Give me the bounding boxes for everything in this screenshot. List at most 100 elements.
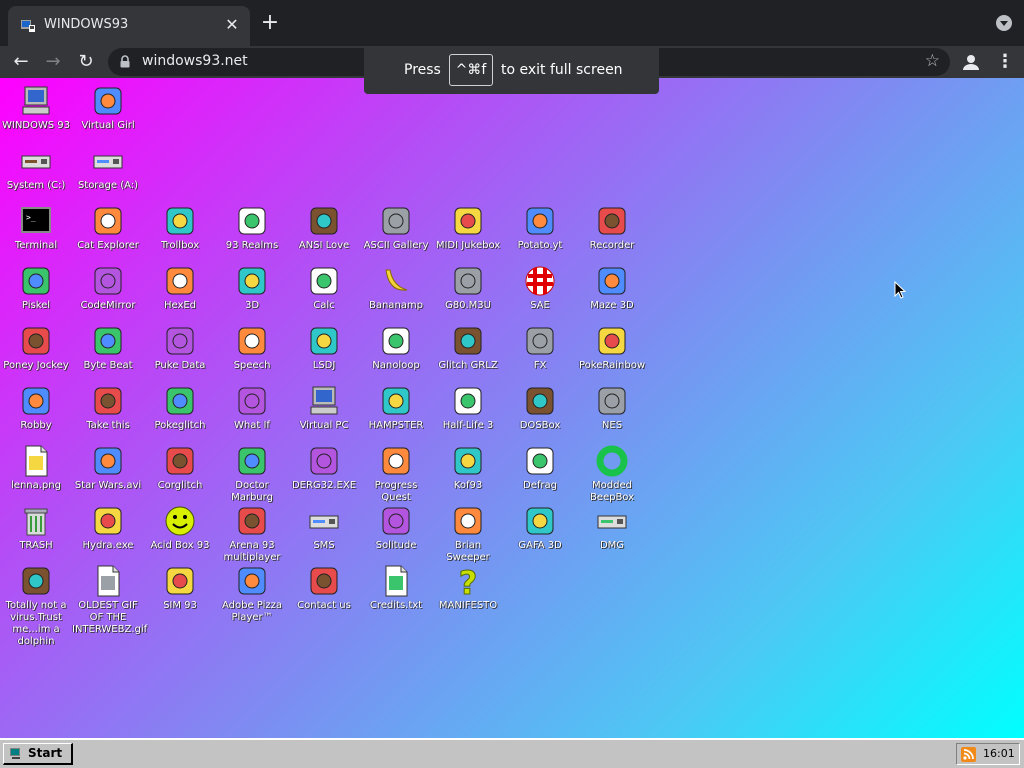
desktop-icon[interactable]: DOSBox <box>504 384 576 432</box>
desktop-icon[interactable]: Speech <box>216 324 288 372</box>
trash-icon <box>24 508 48 536</box>
bookmark-star-icon[interactable]: ☆ <box>925 51 940 71</box>
desktop-icon[interactable]: Bananamp <box>360 264 432 312</box>
desktop-icon[interactable]: ASCII Gallery <box>360 204 432 252</box>
desktop-icon[interactable]: Virtual PC <box>288 384 360 432</box>
desktop-icon[interactable]: Poney Jockey <box>0 324 72 372</box>
characters-icon <box>598 327 626 355</box>
desktop-icon[interactable]: CodeMirror <box>72 264 144 312</box>
desktop-icon[interactable]: G80.M3U <box>432 264 504 312</box>
arena-cube-icon <box>238 507 266 535</box>
desktop-icon[interactable]: DERG32.EXE <box>288 444 360 492</box>
desktop-icon[interactable]: What If <box>216 384 288 432</box>
desktop-icon[interactable]: Solitude <box>360 504 432 552</box>
desktop-icon[interactable]: SMS <box>288 504 360 552</box>
rss-icon[interactable] <box>961 747 976 762</box>
desktop-icon[interactable]: DMG <box>576 504 648 552</box>
desktop-icon[interactable]: Star Wars.avi <box>72 444 144 492</box>
corgi-icon <box>166 447 194 475</box>
desktop-icon[interactable]: Contact us <box>288 564 360 612</box>
desktop-icon[interactable]: MIDI Jukebox <box>432 204 504 252</box>
profile-icon[interactable] <box>960 51 982 73</box>
desktop-icon[interactable]: Take this <box>72 384 144 432</box>
pony-icon <box>22 327 50 355</box>
desktop-icon[interactable]: Half-Life 3 <box>432 384 504 432</box>
desktop-icon[interactable]: SIM 93 <box>144 564 216 612</box>
desktop-icon[interactable]: >_ Terminal <box>0 204 72 252</box>
stick-figure-icon <box>22 387 50 415</box>
start-button[interactable]: Start <box>3 743 73 765</box>
desktop-icon[interactable]: lenna.png <box>0 444 72 492</box>
browser-menu-icon[interactable]: ⋮ <box>996 51 1014 73</box>
tab-close-icon[interactable]: ✕ <box>222 15 242 35</box>
desktop-icon[interactable]: GAFA 3D <box>504 504 576 552</box>
desktop-icon-label: 3D <box>244 300 260 311</box>
desktop-icon[interactable]: HexEd <box>144 264 216 312</box>
new-tab-button[interactable]: + <box>258 12 282 36</box>
browser-tab[interactable]: WINDOWS93 ✕ <box>8 6 250 46</box>
desktop-icon[interactable]: 93 Realms <box>216 204 288 252</box>
desktop-icon[interactable]: LSDJ <box>288 324 360 372</box>
desktop-icon-label: Take this <box>86 420 130 431</box>
desktop-icon[interactable]: Storage (A:) <box>72 144 144 192</box>
desktop-icon[interactable]: Totally not a virus.Trust me...im a dolp… <box>0 564 72 648</box>
forward-icon[interactable]: → <box>40 49 66 75</box>
fullscreen-shortcut-key: ^⌘f <box>449 54 493 86</box>
desktop-icon[interactable]: Adobe Pizza Player™ <box>216 564 288 624</box>
desktop-icon-label: Terminal <box>14 240 58 251</box>
desktop-icon[interactable]: ANSI Love <box>288 204 360 252</box>
desktop-icon[interactable]: Glitch GRLZ <box>432 324 504 372</box>
desktop-icon[interactable]: Nanoloop <box>360 324 432 372</box>
desktop-icon[interactable]: Pokeglitch <box>144 384 216 432</box>
desktop-icon[interactable]: Robby <box>0 384 72 432</box>
desktop-icon-label: DOSBox <box>519 420 561 431</box>
desktop-icon[interactable]: HAMPSTER <box>360 384 432 432</box>
desktop-icon-label: CodeMirror <box>80 300 136 311</box>
desktop-icon[interactable]: WINDOWS 93 <box>0 84 72 132</box>
desktop-icon[interactable]: SAE <box>504 264 576 312</box>
desktop-icon[interactable]: PokeRainbow <box>576 324 648 372</box>
desktop-icon[interactable]: Kof93 <box>432 444 504 492</box>
desktop-icon[interactable]: OLDEST GIF OF THE INTERWEBZ.gif <box>72 564 147 636</box>
desktop[interactable]: WINDOWS 93 Virtual Girl System (C:) Storage… <box>0 78 1024 738</box>
desktop-icon[interactable]: Byte Beat <box>72 324 144 372</box>
desktop-icon[interactable]: Cat Explorer <box>72 204 144 252</box>
desktop-icon[interactable]: Trollbox <box>144 204 216 252</box>
tab-search-icon[interactable] <box>996 15 1012 31</box>
desktop-icon[interactable]: Acid Box 93 <box>144 504 216 552</box>
desktop-icon[interactable]: Puke Data <box>144 324 216 372</box>
question-mark-icon: ? <box>458 564 478 598</box>
desktop-icon[interactable]: TRASH <box>0 504 72 552</box>
desktop-icon[interactable]: 3D <box>216 264 288 312</box>
desktop-icon[interactable]: System (C:) <box>0 144 72 192</box>
desktop-icon[interactable]: Doctor Marburg <box>216 444 288 504</box>
desktop-icon[interactable]: Recorder <box>576 204 648 252</box>
mouse-cursor-icon <box>894 281 906 299</box>
desktop-icon[interactable]: Virtual Girl <box>72 84 144 132</box>
desktop-icon[interactable]: Maze 3D <box>576 264 648 312</box>
desktop-icon[interactable]: Corglitch <box>144 444 216 492</box>
fullscreen-press-text: Press <box>404 62 441 78</box>
desktop-icon[interactable]: FX <box>504 324 576 372</box>
desktop-icon-label: NES <box>601 420 623 431</box>
desktop-icon[interactable]: Progress Quest <box>360 444 432 504</box>
desktop-icon[interactable]: NES <box>576 384 648 432</box>
desktop-icon-label: FX <box>533 360 547 371</box>
desktop-icon[interactable]: Piskel <box>0 264 72 312</box>
desktop-icon[interactable]: Brian Sweeper <box>432 504 504 564</box>
back-icon[interactable]: ← <box>8 49 34 75</box>
palette-icon <box>22 267 50 295</box>
desktop-icon-label: Totally not a virus.Trust me...im a dolp… <box>5 600 67 647</box>
desktop-icon[interactable]: Calc <box>288 264 360 312</box>
desktop-icon-label: SMS <box>313 540 335 551</box>
desktop-icon[interactable]: Potato.yt <box>504 204 576 252</box>
desktop-icon[interactable]: Hydra.exe <box>72 504 144 552</box>
desktop-icon-label: LSDJ <box>312 360 336 371</box>
desktop-icon[interactable]: Arena 93 multiplayer <box>216 504 288 564</box>
desktop-icon[interactable]: Modded BeepBox <box>576 444 648 504</box>
reload-icon[interactable]: ↻ <box>73 49 99 75</box>
desktop-icon[interactable]: Credits.txt <box>360 564 432 612</box>
terminal-icon: >_ <box>21 207 51 233</box>
desktop-icon[interactable]: ? MANIFESTO <box>432 564 504 612</box>
desktop-icon[interactable]: Defrag <box>504 444 576 492</box>
